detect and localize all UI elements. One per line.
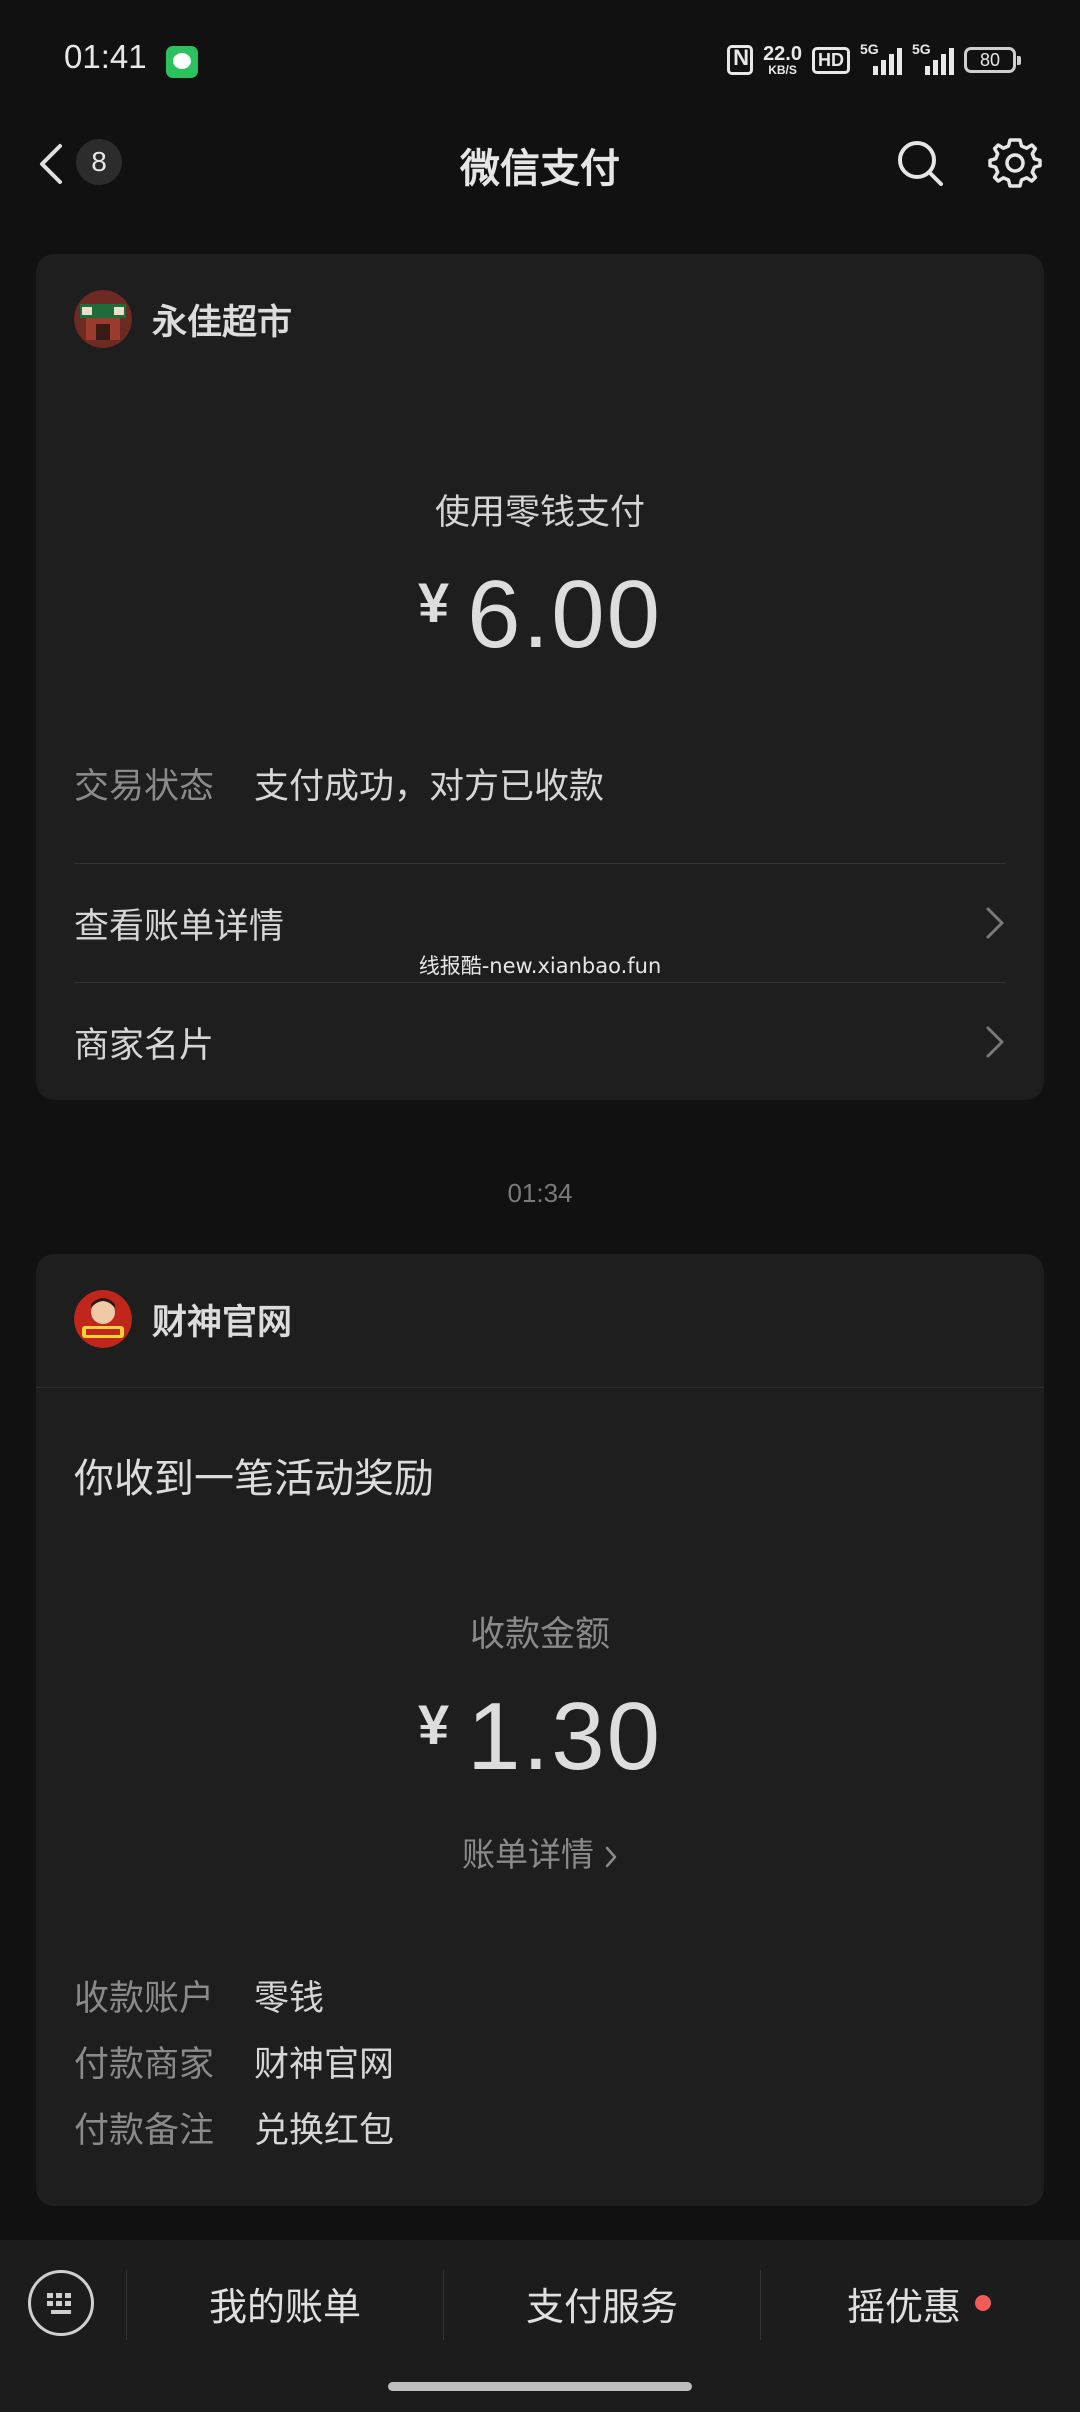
merchant-name: 永佳超市: [152, 302, 293, 343]
home-indicator[interactable]: [388, 2382, 692, 2391]
network-speed: 22.0 KB/S: [763, 44, 802, 76]
status-key: 交易状态: [74, 767, 215, 807]
merchant-header[interactable]: 永佳超市: [74, 290, 292, 348]
status-icons: 22.0 KB/S HD 5G 5G 80: [727, 41, 1021, 76]
divider: [36, 1387, 1044, 1388]
amount-value: 6.00: [467, 561, 662, 668]
payment-remark-key: 付款备注: [74, 2111, 215, 2151]
nfc-icon: [727, 45, 754, 75]
notification-dot: [975, 2295, 991, 2311]
bill-details-link[interactable]: 账单详情: [0, 1828, 1080, 1876]
gear-icon[interactable]: [988, 136, 1042, 190]
currency-symbol: ¥: [418, 571, 450, 634]
status-time: 01:41: [64, 38, 147, 75]
tab-shake-deals[interactable]: 摇优惠: [761, 2268, 1077, 2338]
merchant-logo: [74, 1290, 132, 1348]
merchant-card-label: 商家名片: [74, 1025, 215, 1066]
currency-symbol: ¥: [418, 1693, 450, 1756]
message-timestamp: 01:34: [507, 1178, 573, 1208]
receive-account-value: 零钱: [254, 1979, 325, 2019]
wechat-pay-page: 01:41 22.0 KB/S HD 5G 5G 80 8 微信支付: [0, 0, 1080, 2412]
tab-payment-services-label: 支付服务: [525, 2284, 678, 2329]
merchant-card-link[interactable]: 商家名片: [74, 987, 1006, 1097]
merchant-name: 财神官网: [152, 1302, 293, 1343]
payer-merchant-key: 付款商家: [74, 2045, 215, 2085]
tab-my-bills[interactable]: 我的账单: [127, 2268, 443, 2338]
merchant-logo: [74, 290, 132, 348]
signal-icon: 5G: [912, 41, 954, 75]
amount-value: 1.30: [467, 1683, 662, 1790]
amount-label: 收款金额: [469, 1615, 610, 1655]
reward-notice: 你收到一笔活动奖励: [74, 1456, 434, 1502]
search-icon[interactable]: [895, 138, 947, 190]
status-value: 支付成功，对方已收款: [254, 767, 605, 807]
payment-method-label: 使用零钱支付: [434, 493, 645, 533]
tab-shake-deals-label: 摇优惠: [846, 2284, 961, 2329]
payment-remark-value: 兑换红包: [254, 2111, 395, 2151]
status-bar: 01:41 22.0 KB/S HD 5G 5G 80: [0, 0, 1080, 125]
battery-icon: 80: [964, 47, 1021, 73]
view-bill-details-label: 查看账单详情: [74, 906, 285, 947]
payer-merchant-value: 财神官网: [254, 2045, 395, 2085]
chevron-right-icon: [986, 1026, 1004, 1058]
watermark-text: 线报酷-new.xianbao.fun: [418, 954, 662, 978]
divider: [74, 982, 1006, 983]
bill-details-label: 账单详情: [462, 1835, 594, 1874]
network-speed-value: 22.0: [763, 43, 802, 65]
tab-payment-services[interactable]: 支付服务: [444, 2268, 760, 2338]
signal-icon: 5G: [860, 41, 902, 75]
payment-amount: ¥6.00: [36, 560, 1044, 670]
chevron-right-icon: [986, 907, 1004, 939]
divider: [74, 863, 1006, 864]
receive-account-key: 收款账户: [74, 1979, 215, 2019]
reward-amount: ¥1.30: [36, 1682, 1044, 1792]
payer-merchant-row: 付款商家 财神官网: [74, 2036, 394, 2087]
receive-account-row: 收款账户 零钱: [74, 1970, 324, 2021]
chevron-right-icon: [605, 1846, 617, 1867]
payment-remark-row: 付款备注 兑换红包: [74, 2102, 394, 2153]
wechat-notification-icon: [166, 46, 198, 78]
transaction-status-row: 交易状态 支付成功，对方已收款: [74, 758, 604, 809]
tab-my-bills-label: 我的账单: [208, 2284, 361, 2329]
network-speed-unit: KB/S: [768, 63, 797, 77]
merchant-header[interactable]: 财神官网: [74, 1290, 292, 1348]
reward-card: 财神官网 你收到一笔活动奖励 收款金额 ¥1.30 收款账户 零钱 付款商家 财…: [36, 1254, 1044, 2206]
hd-icon: HD: [812, 46, 850, 74]
keyboard-icon[interactable]: [28, 2270, 94, 2336]
